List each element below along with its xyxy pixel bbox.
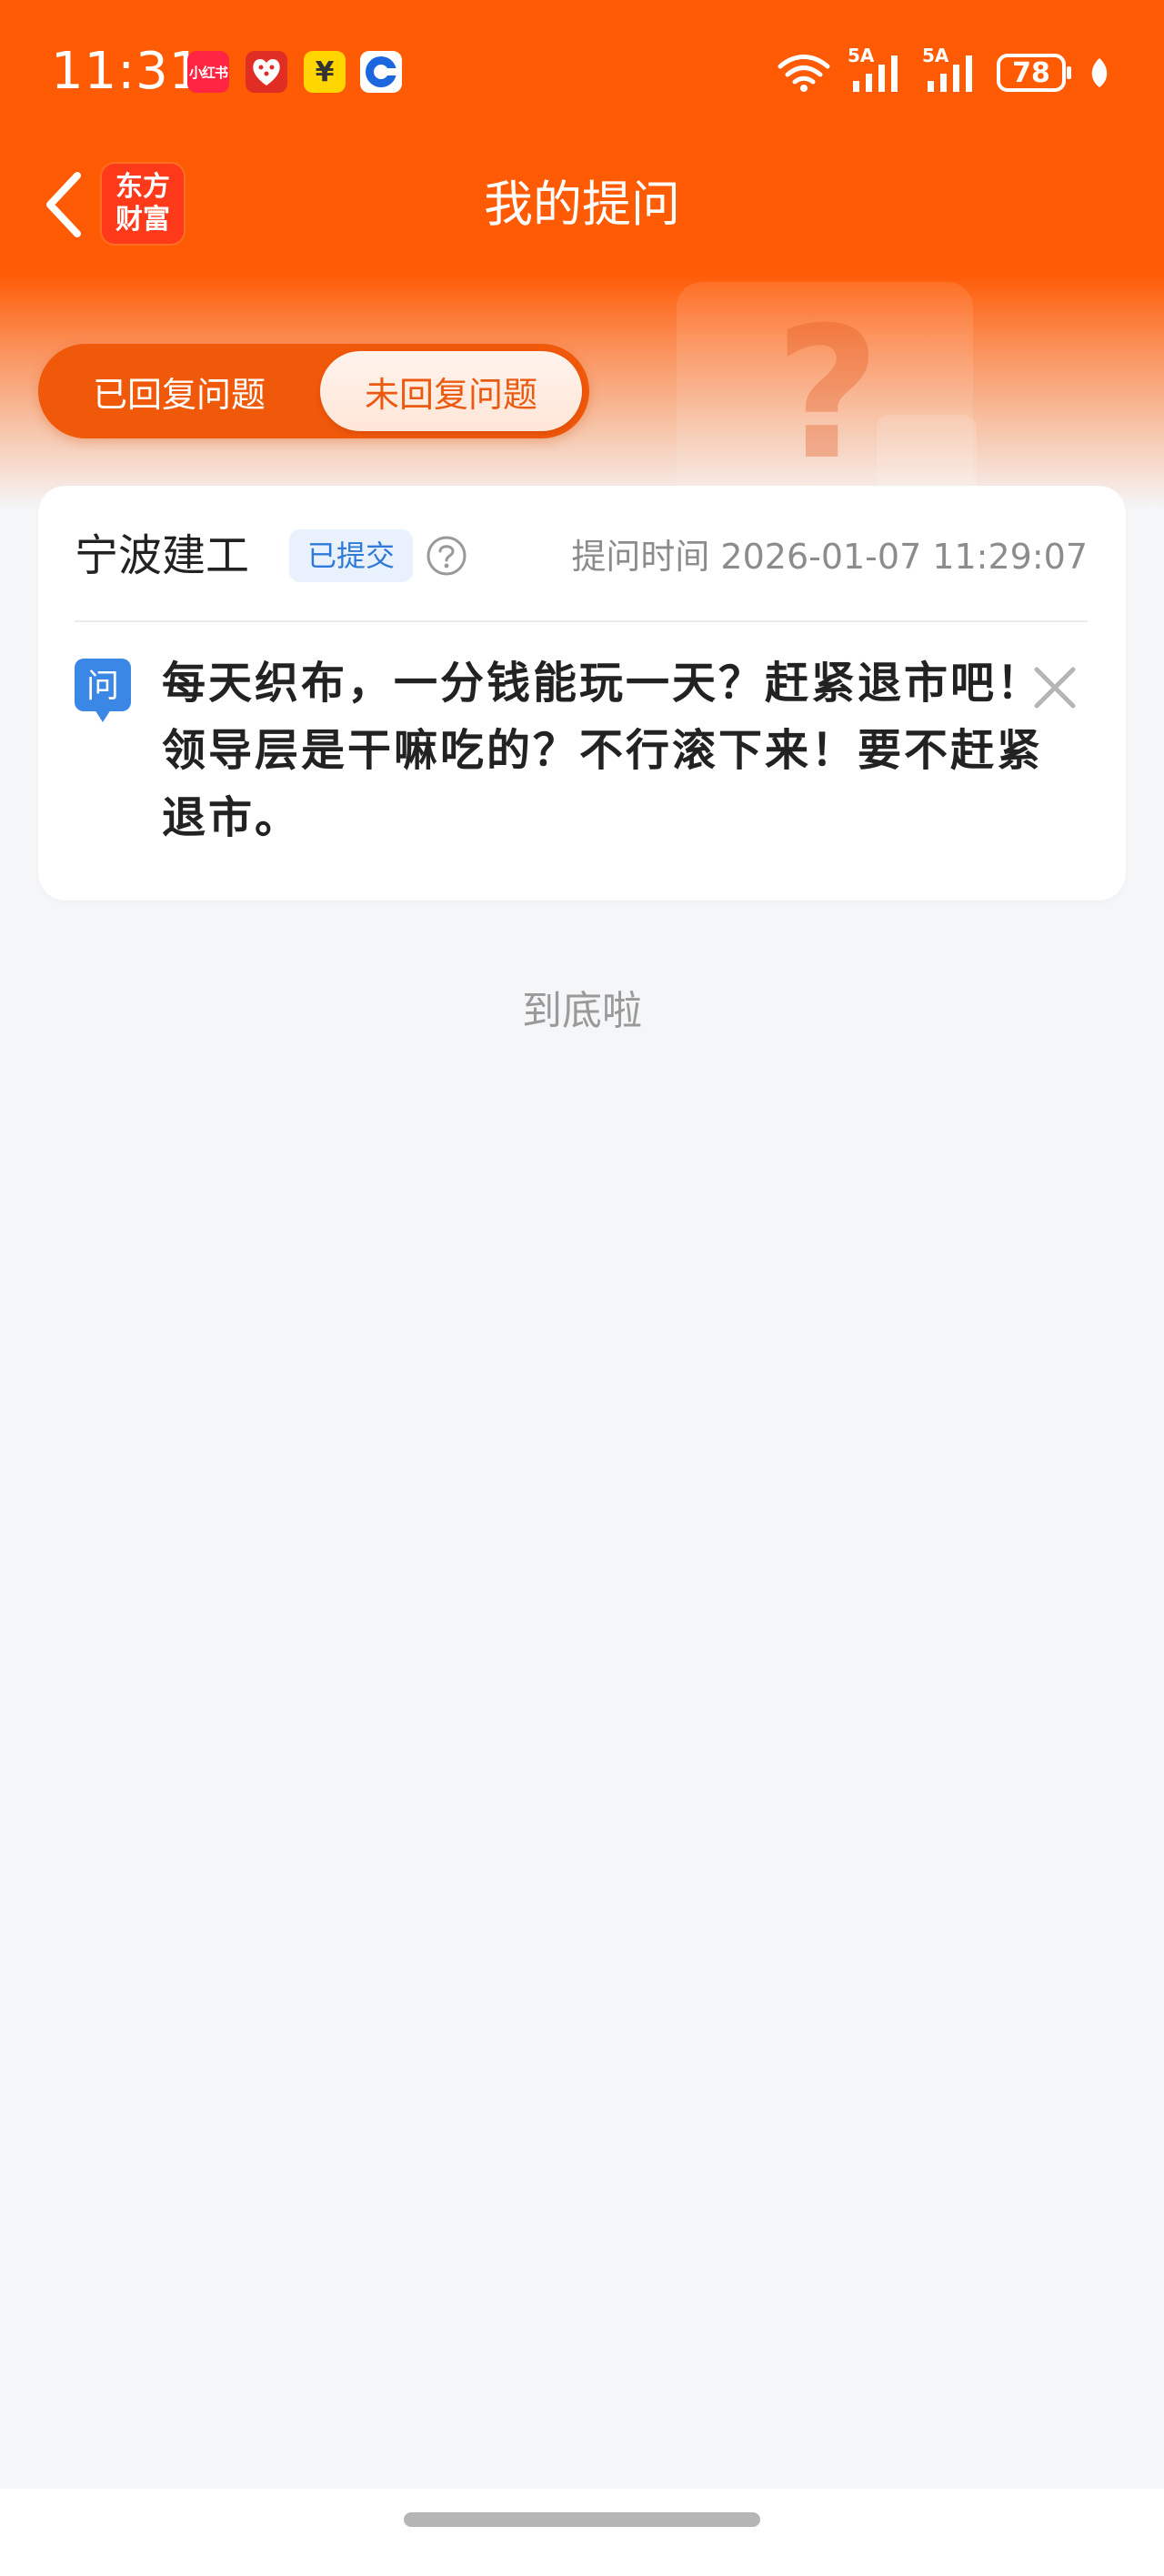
question-card[interactable]: 宁波建工 已提交 提问时间 2026-01-07 11:29:07 问 每天织布… bbox=[38, 486, 1126, 901]
question-illustration-icon: ? bbox=[677, 282, 977, 509]
status-time: 11:31 bbox=[51, 42, 203, 101]
battery-level: 78 bbox=[1012, 56, 1050, 89]
list-end-text: 到底啦 bbox=[522, 988, 642, 1034]
xiaohongshu-app-icon: 小红书 bbox=[187, 51, 229, 93]
company-name: 宁波建工 bbox=[75, 530, 250, 581]
nav-bar: 东方 财富 我的提问 bbox=[0, 146, 1164, 264]
xianyu-icon-label: ¥ bbox=[315, 55, 335, 88]
svg-text:?: ? bbox=[775, 288, 880, 500]
power-saving-leaf-icon bbox=[1091, 58, 1108, 87]
ask-time: 提问时间 2026-01-07 11:29:07 bbox=[571, 537, 1088, 577]
status-badge: 已提交 bbox=[289, 529, 414, 582]
bank-logo-icon bbox=[366, 56, 397, 87]
signal-2: 5A bbox=[922, 45, 980, 96]
pinduoduo-app-icon bbox=[246, 51, 287, 93]
wifi-icon bbox=[778, 55, 830, 92]
page-title: 我的提问 bbox=[484, 176, 680, 233]
close-icon[interactable] bbox=[1031, 664, 1079, 711]
signal-1: 5A bbox=[848, 45, 906, 96]
home-indicator[interactable] bbox=[404, 2512, 760, 2527]
help-icon[interactable] bbox=[426, 535, 467, 577]
card-divider bbox=[75, 620, 1088, 622]
question-tabs: 已回复问题 未回复问题 bbox=[38, 344, 589, 438]
ask-badge-icon: 问 bbox=[75, 659, 131, 722]
ask-badge-label: 问 bbox=[86, 668, 119, 705]
tab-replied[interactable]: 已回复问题 bbox=[38, 344, 320, 438]
tab-unreplied[interactable]: 未回复问题 bbox=[320, 351, 582, 431]
gesture-bar-area bbox=[0, 2489, 1164, 2576]
status-bar: 11:31 小红书 ¥ 5A 5A 78 bbox=[0, 0, 1164, 146]
signal-2-label: 5A bbox=[922, 45, 949, 66]
battery-indicator: 78 bbox=[997, 54, 1071, 92]
xiaohongshu-icon-label: 小红书 bbox=[188, 64, 228, 81]
question-text: 每天织布，一分钱能玩一天？赶紧退市吧！领导层是干嘛吃的？不行滚下来！要不赶紧退市… bbox=[162, 658, 1044, 843]
ccb-bank-app-icon bbox=[360, 51, 402, 93]
status-right-group: 5A 5A 78 bbox=[777, 45, 1111, 100]
heart-icon bbox=[253, 58, 280, 86]
xianyu-app-icon: ¥ bbox=[304, 51, 346, 93]
signal-1-label: 5A bbox=[848, 45, 875, 66]
